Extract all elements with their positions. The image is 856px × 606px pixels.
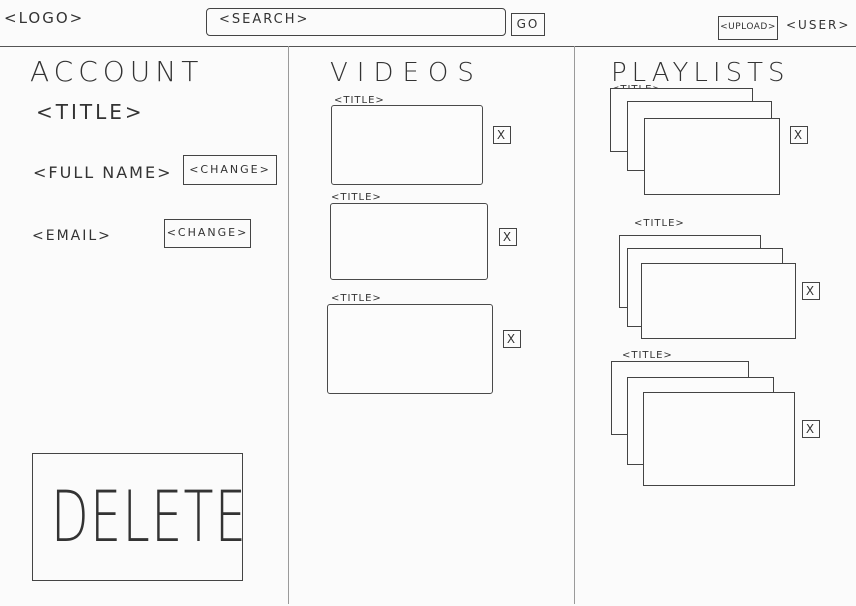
column-divider xyxy=(288,46,289,604)
playlist-card xyxy=(641,263,796,339)
remove-playlist-button[interactable]: X xyxy=(802,420,820,438)
change-email-button[interactable]: <CHANGE> xyxy=(164,219,251,248)
upload-button[interactable]: <UPLOAD> xyxy=(718,16,778,40)
logo[interactable]: <LOGO> xyxy=(4,9,84,27)
user-menu[interactable]: <USER> xyxy=(786,18,850,32)
remove-video-button[interactable]: X xyxy=(503,330,521,348)
remove-video-button[interactable]: X xyxy=(493,126,511,144)
account-title: <TITLE> xyxy=(36,100,145,124)
video-thumbnail[interactable] xyxy=(327,304,493,394)
delete-account-button[interactable]: DELETE xyxy=(32,453,246,581)
go-button[interactable]: GO xyxy=(511,13,545,36)
playlist-card xyxy=(643,392,795,486)
playlist-title: <TITLE> xyxy=(622,350,673,361)
search-input[interactable]: <SEARCH> xyxy=(206,8,506,36)
playlist-title: <TITLE> xyxy=(634,218,685,229)
videos-heading: VIDEOS xyxy=(330,58,483,88)
email-label: <EMAIL> xyxy=(32,228,112,244)
change-name-button[interactable]: <CHANGE> xyxy=(183,155,277,185)
full-name-label: <FULL NAME> xyxy=(33,163,173,182)
column-divider xyxy=(574,46,575,604)
video-thumbnail[interactable] xyxy=(330,203,488,280)
remove-playlist-button[interactable]: X xyxy=(802,282,820,300)
playlist-card xyxy=(644,118,780,195)
remove-playlist-button[interactable]: X xyxy=(790,126,808,144)
video-thumbnail[interactable] xyxy=(331,105,483,185)
search-placeholder: <SEARCH> xyxy=(219,12,310,27)
delete-label: DELETE xyxy=(51,476,248,558)
video-title: <TITLE> xyxy=(331,192,382,203)
video-title: <TITLE> xyxy=(331,293,382,304)
account-heading: ACCOUNT xyxy=(30,55,204,88)
remove-video-button[interactable]: X xyxy=(499,228,517,246)
